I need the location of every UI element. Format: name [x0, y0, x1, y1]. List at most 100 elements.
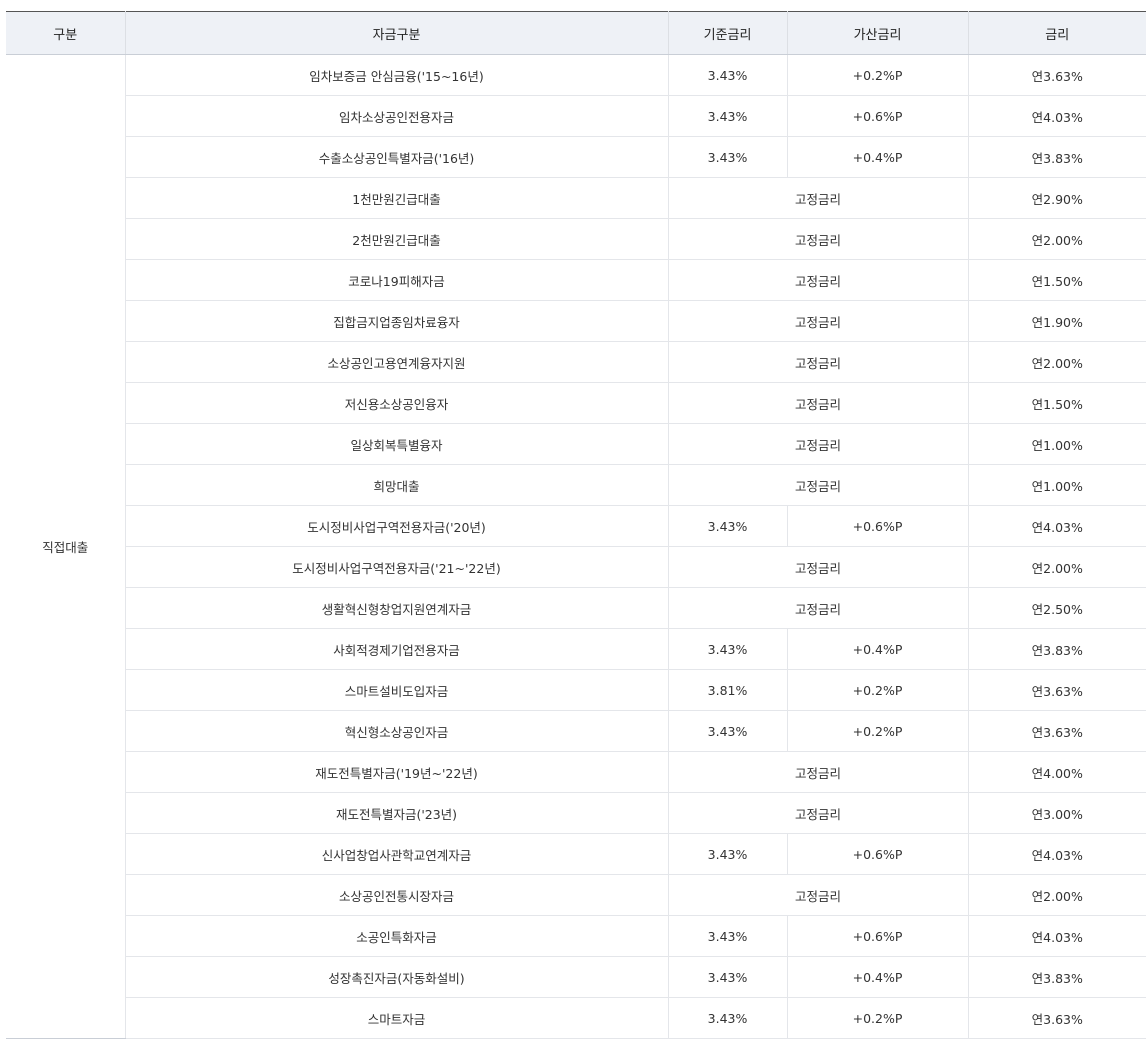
rate-cell: 연1.90% [967, 300, 1146, 342]
table-row: 도시정비사업구역전용자금('21~'22년) 고정금리 연2.00% [6, 546, 1146, 588]
fund-name-cell: 혁신형소상공인자금 [124, 710, 668, 752]
fund-name-cell: 2천만원긴급대출 [124, 218, 668, 260]
fund-name-cell: 소공인특화자금 [124, 915, 668, 957]
rate-cell: 연3.63% [967, 54, 1146, 96]
table-row: 혁신형소상공인자금 3.43% +0.2%P 연3.63% [6, 710, 1146, 752]
added-rate-cell: +0.2%P [786, 710, 968, 752]
category-cell: 직접대출 [6, 54, 125, 1039]
rate-cell: 연4.03% [967, 833, 1146, 875]
table-row: 생활혁신형창업지원연계자금 고정금리 연2.50% [6, 587, 1146, 629]
base-rate-cell: 3.43% [667, 505, 787, 547]
rate-cell: 연1.00% [967, 464, 1146, 506]
fund-name-cell: 수출소상공인특별자금('16년) [124, 136, 668, 178]
table-row: 스마트자금 3.43% +0.2%P 연3.63% [6, 997, 1146, 1039]
rate-cell: 연3.83% [967, 136, 1146, 178]
table-row: 2천만원긴급대출 고정금리 연2.00% [6, 218, 1146, 260]
rate-cell: 연2.00% [967, 874, 1146, 916]
table-body: 직접대출 임차보증금 안심금융('15~16년) 3.43% +0.2%P 연3.63%… [6, 54, 1146, 1039]
rate-cell: 연2.00% [967, 218, 1146, 260]
fund-name-cell: 1천만원긴급대출 [124, 177, 668, 219]
fixed-rate-cell: 고정금리 [667, 751, 968, 793]
table-row: 임차소상공인전용자금 3.43% +0.6%P 연4.03% [6, 95, 1146, 137]
rate-cell: 연4.00% [967, 751, 1146, 793]
table-row: 성장촉진자금(자동화설비) 3.43% +0.4%P 연3.83% [6, 956, 1146, 998]
fixed-rate-cell: 고정금리 [667, 464, 968, 506]
table-row: 1천만원긴급대출 고정금리 연2.90% [6, 177, 1146, 219]
table-row: 사회적경제기업전용자금 3.43% +0.4%P 연3.83% [6, 628, 1146, 670]
table-header: 구분 자금구분 기준금리 가산금리 금리 [6, 11, 1146, 55]
fund-name-cell: 도시정비사업구역전용자금('21~'22년) [124, 546, 668, 588]
fund-name-cell: 소상공인전통시장자금 [124, 874, 668, 916]
fund-name-cell: 코로나19피해자금 [124, 259, 668, 301]
base-rate-cell: 3.43% [667, 915, 787, 957]
header-base-rate: 기준금리 [667, 11, 787, 55]
table-row: 직접대출 임차보증금 안심금융('15~16년) 3.43% +0.2%P 연3.63% [6, 54, 1146, 1039]
fund-name-cell: 집합금지업종임차료융자 [124, 300, 668, 342]
fund-name-cell: 저신용소상공인융자 [124, 382, 668, 424]
added-rate-cell: +0.2%P [786, 54, 968, 96]
fund-name-cell: 재도전특별자금('23년) [124, 792, 668, 834]
fund-name-cell: 소상공인고용연계융자지원 [124, 341, 668, 383]
table-row: 소상공인전통시장자금 고정금리 연2.00% [6, 874, 1146, 916]
fund-name-cell: 사회적경제기업전용자금 [124, 628, 668, 670]
table-row: 신사업창업사관학교연계자금 3.43% +0.6%P 연4.03% [6, 833, 1146, 875]
fixed-rate-cell: 고정금리 [667, 218, 968, 260]
table-row: 집합금지업종임차료융자 고정금리 연1.90% [6, 300, 1146, 342]
rate-cell: 연2.90% [967, 177, 1146, 219]
fund-name-cell: 스마트설비도입자금 [124, 669, 668, 711]
table-row: 스마트설비도입자금 3.81% +0.2%P 연3.63% [6, 669, 1146, 711]
fixed-rate-cell: 고정금리 [667, 874, 968, 916]
fund-name-cell: 도시정비사업구역전용자금('20년) [124, 505, 668, 547]
fund-name-cell: 스마트자금 [124, 997, 668, 1039]
header-fund-type: 자금구분 [124, 11, 668, 55]
table-row: 재도전특별자금('19년~'22년) 고정금리 연4.00% [6, 751, 1146, 793]
fund-name-cell: 성장촉진자금(자동화설비) [124, 956, 668, 998]
fixed-rate-cell: 고정금리 [667, 546, 968, 588]
table-row: 소상공인고용연계융자지원 고정금리 연2.00% [6, 341, 1146, 383]
rate-cell: 연2.50% [967, 587, 1146, 629]
rate-cell: 연1.50% [967, 259, 1146, 301]
base-rate-cell: 3.43% [667, 628, 787, 670]
added-rate-cell: +0.2%P [786, 997, 968, 1039]
fund-name-cell: 임차소상공인전용자금 [124, 95, 668, 137]
header-added-rate: 가산금리 [786, 11, 968, 55]
table-row: 희망대출 고정금리 연1.00% [6, 464, 1146, 506]
rate-cell: 연1.50% [967, 382, 1146, 424]
base-rate-cell: 3.43% [667, 710, 787, 752]
added-rate-cell: +0.2%P [786, 669, 968, 711]
interest-rate-table: 구분 자금구분 기준금리 가산금리 금리 직접대출 임차보증금 안심금융('15~… [6, 11, 1146, 1039]
fixed-rate-cell: 고정금리 [667, 423, 968, 465]
rate-cell: 연4.03% [967, 95, 1146, 137]
fixed-rate-cell: 고정금리 [667, 382, 968, 424]
table-row: 일상회복특별융자 고정금리 연1.00% [6, 423, 1146, 465]
rate-cell: 연1.00% [967, 423, 1146, 465]
rate-cell: 연4.03% [967, 915, 1146, 957]
base-rate-cell: 3.43% [667, 136, 787, 178]
header-category: 구분 [6, 11, 125, 55]
added-rate-cell: +0.6%P [786, 833, 968, 875]
rate-cell: 연4.03% [967, 505, 1146, 547]
fixed-rate-cell: 고정금리 [667, 259, 968, 301]
added-rate-cell: +0.6%P [786, 95, 968, 137]
rate-cell: 연3.63% [967, 669, 1146, 711]
rate-cell: 연3.63% [967, 710, 1146, 752]
fixed-rate-cell: 고정금리 [667, 587, 968, 629]
rate-cell: 연3.00% [967, 792, 1146, 834]
base-rate-cell: 3.81% [667, 669, 787, 711]
table-row: 저신용소상공인융자 고정금리 연1.50% [6, 382, 1146, 424]
fund-name-cell: 재도전특별자금('19년~'22년) [124, 751, 668, 793]
added-rate-cell: +0.4%P [786, 136, 968, 178]
fund-name-cell: 일상회복특별융자 [124, 423, 668, 465]
fund-name-cell: 생활혁신형창업지원연계자금 [124, 587, 668, 629]
table-row: 재도전특별자금('23년) 고정금리 연3.00% [6, 792, 1146, 834]
added-rate-cell: +0.4%P [786, 956, 968, 998]
fund-name-cell: 신사업창업사관학교연계자금 [124, 833, 668, 875]
added-rate-cell: +0.4%P [786, 628, 968, 670]
table-row: 소공인특화자금 3.43% +0.6%P 연4.03% [6, 915, 1146, 957]
rate-cell: 연3.83% [967, 956, 1146, 998]
table-row: 코로나19피해자금 고정금리 연1.50% [6, 259, 1146, 301]
rate-cell: 연3.83% [967, 628, 1146, 670]
table-row: 수출소상공인특별자금('16년) 3.43% +0.4%P 연3.83% [6, 136, 1146, 178]
added-rate-cell: +0.6%P [786, 505, 968, 547]
rate-cell: 연2.00% [967, 546, 1146, 588]
